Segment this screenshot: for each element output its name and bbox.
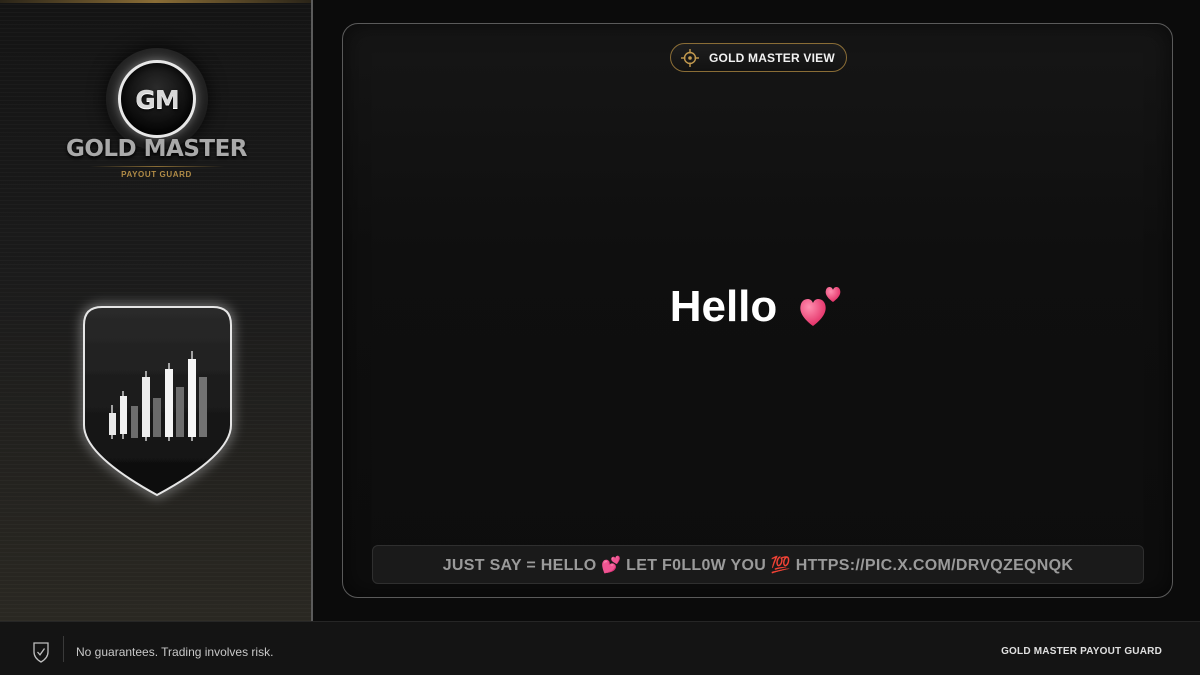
footer-divider (63, 636, 64, 662)
risk-disclaimer: No guarantees. Trading involves risk. (76, 645, 274, 659)
brand-title: GOLD MASTER (65, 136, 248, 162)
headline-text: Hello (669, 282, 778, 331)
footer-bar: No guarantees. Trading involves risk. GO… (0, 621, 1200, 675)
shield-candlestick-icon (80, 305, 235, 500)
view-badge: GOLD MASTER VIEW (670, 43, 847, 72)
brand-divider (90, 166, 224, 167)
crosshair-icon (681, 48, 699, 67)
main-view-panel: GOLD MASTER VIEW Hello JUST SAY = HELLO … (342, 23, 1173, 598)
shield-check-icon (33, 642, 49, 663)
footer-brand: GOLD MASTER PAYOUT GUARD (1001, 646, 1162, 657)
logo-monogram: GM (135, 84, 179, 114)
sidebar: GM GOLD MASTER PAYOUT GUARD (0, 0, 313, 621)
message-ticker: JUST SAY = HELLO 💕 LET F0LL0W YOU 💯 HTTP… (372, 545, 1144, 584)
view-badge-label: GOLD MASTER VIEW (709, 50, 835, 65)
logo-badge: GM (106, 48, 208, 150)
brand-subtitle: PAYOUT GUARD (121, 170, 192, 179)
headline: Hello (343, 282, 1174, 332)
two-hearts-icon (800, 287, 841, 326)
gm-monogram-icon: GM (118, 60, 196, 138)
